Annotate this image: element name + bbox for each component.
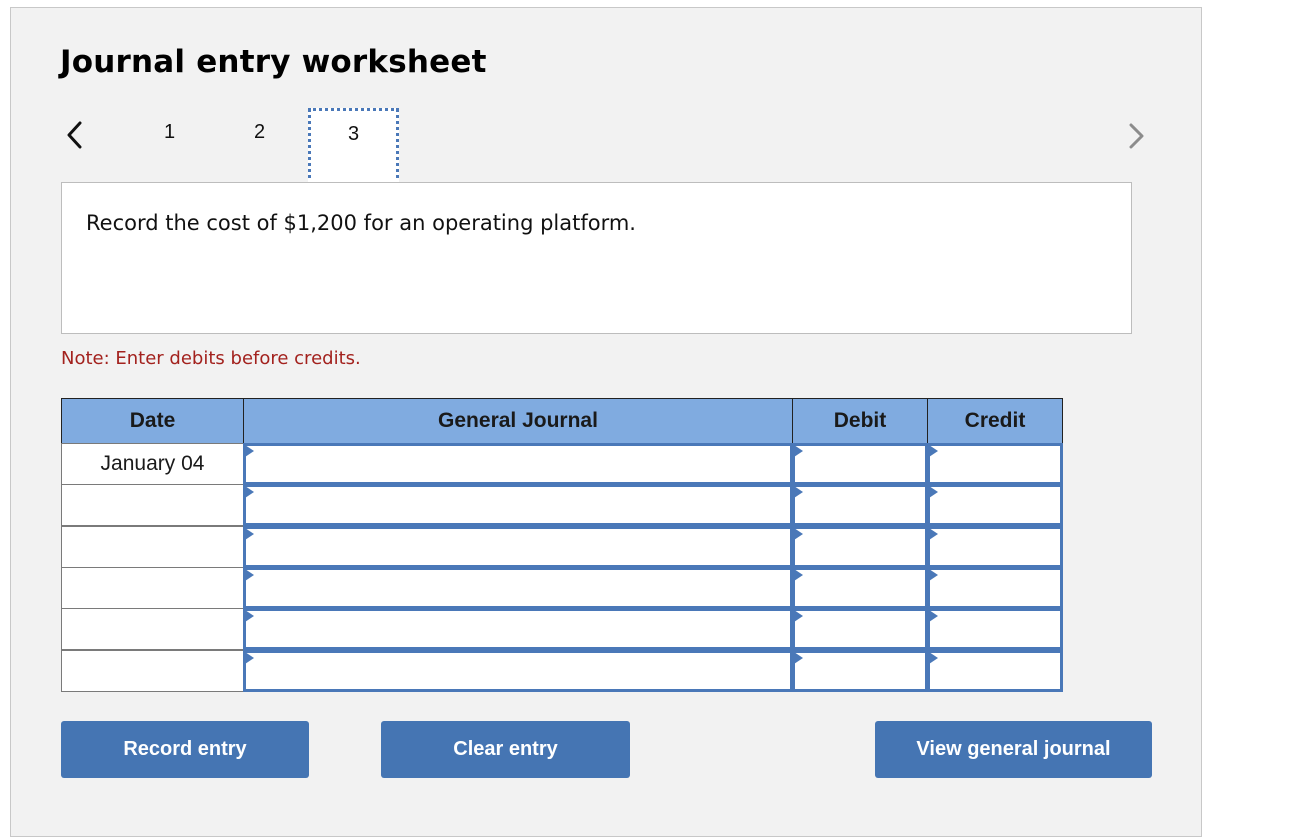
dropdown-marker-icon [794,445,803,457]
dropdown-marker-icon [929,486,938,498]
step-tab-1[interactable]: 1 [164,121,175,144]
date-cell: January 04 [61,443,244,485]
date-cell [61,608,244,650]
prompt-text: Record the cost of $1,200 for an operati… [86,211,636,235]
dropdown-marker-icon [929,528,938,540]
date-cell [61,484,244,526]
account-input[interactable] [243,608,793,650]
clear-entry-button[interactable]: Clear entry [381,721,630,778]
account-input[interactable] [243,526,793,568]
next-step-button[interactable] [1124,120,1150,154]
dropdown-marker-icon [245,610,254,622]
chevron-right-icon [1129,123,1144,149]
dropdown-marker-icon [245,569,254,581]
dropdown-marker-icon [794,486,803,498]
credit-input[interactable] [927,526,1063,568]
date-cell [61,567,244,609]
credit-input[interactable] [927,608,1063,650]
step-tab-3-active[interactable]: 3 [308,108,399,186]
step-tab-3-label: 3 [347,123,360,145]
dropdown-marker-icon [929,652,938,664]
header-date: Date [61,398,244,444]
credit-input[interactable] [927,484,1063,526]
dropdown-marker-icon [245,486,254,498]
debit-input[interactable] [792,567,928,609]
account-input[interactable] [243,443,793,485]
previous-step-button[interactable] [62,118,88,152]
credit-input[interactable] [927,650,1063,692]
account-input[interactable] [243,650,793,692]
header-debit: Debit [792,398,928,444]
view-general-journal-button[interactable]: View general journal [875,721,1152,778]
header-credit: Credit [927,398,1063,444]
chevron-left-icon [67,121,82,149]
dropdown-marker-icon [929,569,938,581]
header-general-journal: General Journal [243,398,793,444]
debit-input[interactable] [792,608,928,650]
debit-input[interactable] [792,443,928,485]
dropdown-marker-icon [794,610,803,622]
dropdown-marker-icon [794,652,803,664]
debit-input[interactable] [792,650,928,692]
step-tab-2[interactable]: 2 [254,121,265,144]
dropdown-marker-icon [929,445,938,457]
debit-input[interactable] [792,526,928,568]
credit-input[interactable] [927,443,1063,485]
dropdown-marker-icon [929,610,938,622]
account-input[interactable] [243,484,793,526]
date-cell [61,650,244,692]
debit-input[interactable] [792,484,928,526]
account-input[interactable] [243,567,793,609]
dropdown-marker-icon [794,528,803,540]
page-title: Journal entry worksheet [60,44,487,80]
credit-input[interactable] [927,567,1063,609]
prompt-box: Record the cost of $1,200 for an operati… [61,182,1132,334]
note-text: Note: Enter debits before credits. [61,348,361,369]
dropdown-marker-icon [245,528,254,540]
dropdown-marker-icon [245,445,254,457]
dropdown-marker-icon [794,569,803,581]
date-cell [61,526,244,568]
dropdown-marker-icon [245,652,254,664]
record-entry-button[interactable]: Record entry [61,721,309,778]
